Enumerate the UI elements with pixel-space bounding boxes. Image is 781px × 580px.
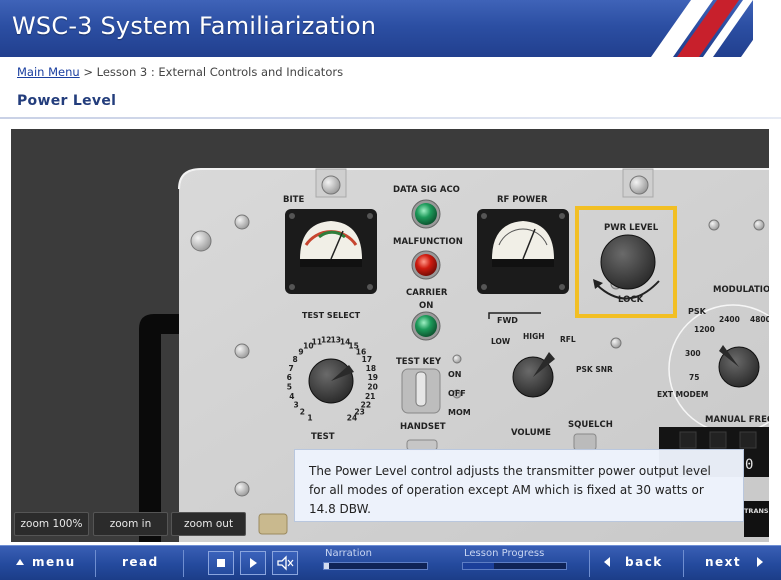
page-title: Power Level bbox=[17, 93, 117, 109]
test-select-number: 8 bbox=[292, 355, 297, 364]
breadcrumb-current: Lesson 3 : External Controls and Indicat… bbox=[96, 65, 344, 79]
pwr-level-label: PWR LEVEL bbox=[604, 223, 659, 233]
next-button[interactable]: next bbox=[684, 546, 781, 580]
transm-label: TRANSM bbox=[744, 507, 769, 515]
read-label: read bbox=[122, 555, 159, 569]
test-select-number: 3 bbox=[293, 400, 298, 409]
mod-300-label: 300 bbox=[685, 349, 701, 358]
test-select-number: 4 bbox=[289, 392, 294, 401]
malfunction-label: MALFUNCTION bbox=[393, 237, 463, 247]
low-label: LOW bbox=[491, 337, 511, 346]
mod-4800-label: 4800 bbox=[750, 315, 769, 324]
test-select-number: 7 bbox=[288, 364, 293, 373]
test-select-number: 6 bbox=[287, 373, 292, 382]
squelch-label: SQUELCH bbox=[568, 420, 613, 430]
manual-freq-readout: 0 bbox=[745, 457, 753, 473]
test-select-number: 20 bbox=[367, 383, 377, 392]
speaker-mute-icon bbox=[277, 555, 294, 571]
mom-label: MOM bbox=[448, 408, 471, 417]
mod-75-label: 75 bbox=[689, 373, 699, 382]
test-select-number: 5 bbox=[287, 383, 292, 392]
stop-button[interactable] bbox=[208, 551, 234, 575]
lesson-progress-fill bbox=[463, 563, 494, 569]
test-select-number: 24 bbox=[347, 413, 357, 422]
breadcrumb: Main Menu > Lesson 3 : External Controls… bbox=[17, 65, 343, 79]
header-stripes-decoration bbox=[651, 0, 781, 57]
modulation-label: MODULATION bbox=[713, 285, 769, 295]
mod-2400-label: 2400 bbox=[719, 315, 740, 324]
manual-freq-label: MANUAL FREQ bbox=[705, 415, 769, 425]
read-button[interactable]: read bbox=[96, 546, 182, 580]
zoom-in-button[interactable]: zoom in bbox=[93, 512, 168, 536]
lock-label: LOCK bbox=[618, 295, 644, 305]
app-header: WSC-3 System Familiarization bbox=[0, 0, 781, 57]
fwd-label: FWD bbox=[497, 316, 518, 325]
narration-label: Narration bbox=[325, 548, 372, 559]
play-icon bbox=[250, 558, 257, 568]
squelch-control[interactable] bbox=[573, 433, 597, 451]
equipment-stage: BITE DATA SIG ACO MALFUNCTION CARRIER ON… bbox=[11, 129, 769, 542]
bottom-navigation-bar: menu read Narration Lesson Progress back bbox=[0, 545, 781, 580]
back-button[interactable]: back bbox=[590, 546, 682, 580]
test-select-number: 2 bbox=[300, 408, 305, 417]
narration-progress-bar[interactable] bbox=[323, 562, 428, 570]
test-key-label: TEST KEY bbox=[396, 357, 442, 367]
pwr-level-knob[interactable] bbox=[600, 234, 656, 290]
lesson-progress-bar bbox=[462, 562, 567, 570]
handset-label: HANDSET bbox=[400, 422, 446, 432]
back-label: back bbox=[625, 555, 663, 569]
chevron-right-icon bbox=[757, 557, 763, 567]
zoom-out-button[interactable]: zoom out bbox=[171, 512, 246, 536]
menu-button[interactable]: menu bbox=[0, 546, 94, 580]
mod-1200-label: 1200 bbox=[694, 325, 715, 334]
next-label: next bbox=[705, 555, 742, 569]
rfl-label: RFL bbox=[560, 335, 576, 344]
test-label: TEST bbox=[311, 432, 335, 442]
carrier-on-label: ON bbox=[419, 301, 433, 311]
title-divider bbox=[0, 117, 781, 119]
ext-modem-label: EXT MODEM bbox=[657, 390, 708, 399]
carrier-on-indicator bbox=[415, 315, 437, 337]
off-label: OFF bbox=[448, 389, 466, 398]
on-label: ON bbox=[448, 370, 462, 379]
caption-text: The Power Level control adjusts the tran… bbox=[294, 449, 744, 522]
malfunction-indicator bbox=[415, 254, 437, 276]
carrier-label: CARRIER bbox=[406, 288, 448, 298]
chevron-left-icon bbox=[604, 557, 610, 567]
volume-label: VOLUME bbox=[511, 428, 551, 438]
stop-icon bbox=[217, 559, 225, 567]
chevron-up-icon bbox=[16, 559, 24, 565]
data-sig-aco-label: DATA SIG ACO bbox=[393, 185, 460, 195]
test-select-number: 19 bbox=[368, 373, 378, 382]
bite-label: BITE bbox=[283, 195, 304, 205]
bottom-divider bbox=[183, 550, 184, 577]
narration-progress-fill bbox=[324, 563, 330, 569]
app-title: WSC-3 System Familiarization bbox=[12, 12, 377, 40]
breadcrumb-main-menu-link[interactable]: Main Menu bbox=[17, 65, 80, 79]
high-label: HIGH bbox=[523, 332, 545, 341]
data-sig-aco-indicator bbox=[415, 203, 437, 225]
mute-button[interactable] bbox=[272, 551, 298, 575]
menu-label: menu bbox=[32, 555, 76, 569]
breadcrumb-separator: > bbox=[83, 65, 93, 79]
test-key-toggle[interactable] bbox=[415, 371, 427, 407]
lesson-progress-label: Lesson Progress bbox=[464, 548, 545, 559]
psk-label: PSK bbox=[688, 307, 707, 316]
test-select-number: 18 bbox=[366, 364, 376, 373]
psk-snr-label: PSK SNR bbox=[576, 365, 613, 374]
play-button[interactable] bbox=[240, 551, 266, 575]
test-select-label: TEST SELECT bbox=[302, 311, 361, 320]
test-select-number: 1 bbox=[307, 413, 312, 422]
zoom-100-button[interactable]: zoom 100% bbox=[14, 512, 89, 536]
rf-power-label: RF POWER bbox=[497, 195, 548, 205]
